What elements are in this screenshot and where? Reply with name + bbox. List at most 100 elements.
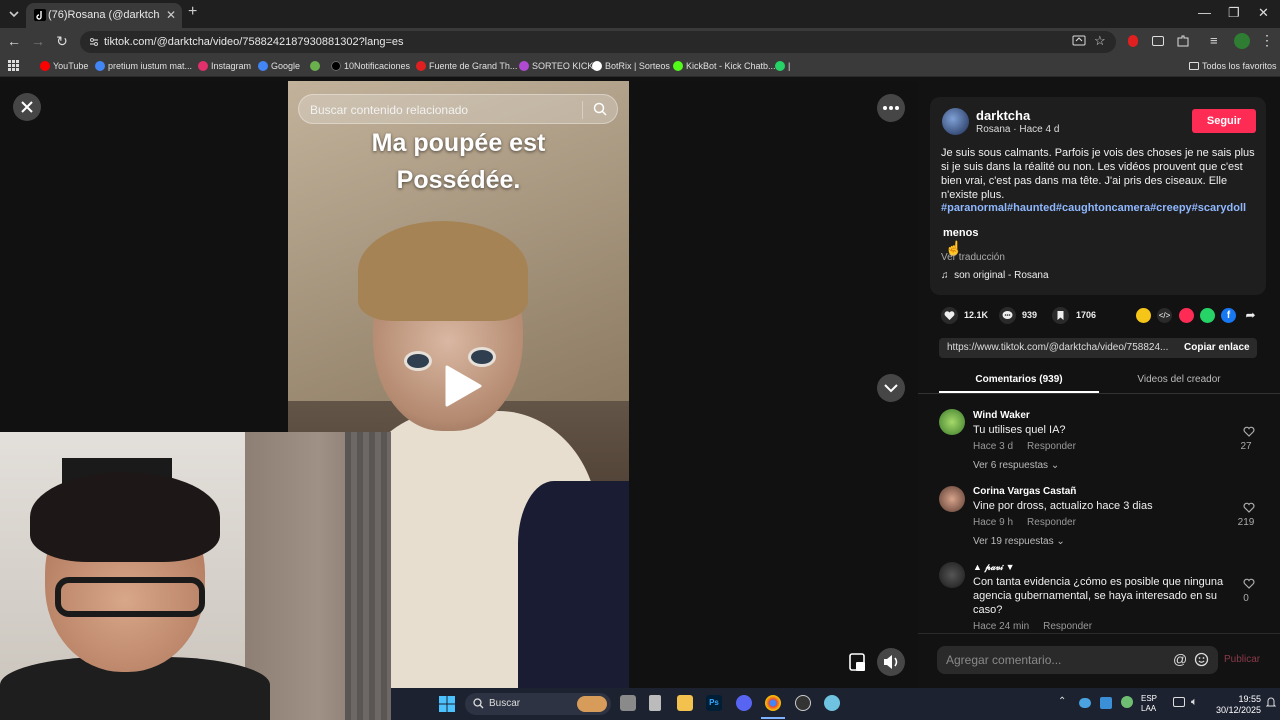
comment-avatar[interactable] <box>939 486 965 512</box>
tray-app-icon[interactable] <box>1100 697 1112 709</box>
all-favorites-folder[interactable]: Todos los favoritos <box>1189 61 1277 71</box>
reply-button[interactable]: Responder <box>1043 621 1092 632</box>
post-hashtags[interactable]: #paranormal#haunted#caughtoncamera#creep… <box>941 202 1246 214</box>
bookmark-pretium[interactable]: pretium iustum mat... <box>95 61 192 71</box>
taskbar-search[interactable]: Buscar <box>465 693 611 715</box>
comment-like-icon[interactable] <box>1242 500 1256 514</box>
author-name[interactable]: darktcha <box>976 108 1030 123</box>
photoshop-icon[interactable]: Ps <box>706 695 722 711</box>
comment-author[interactable]: Wind Waker <box>973 410 1030 421</box>
comment-avatar[interactable] <box>939 409 965 435</box>
media-control-icon[interactable]: ≡ <box>1210 33 1218 48</box>
font-icon <box>416 61 426 71</box>
view-replies-link[interactable]: Ver 6 respuestas ⌄ <box>973 460 1059 471</box>
bookmark-kickbot[interactable]: KickBot - Kick Chatb... <box>673 61 776 71</box>
bookmark-grand-theft[interactable]: Fuente de Grand Th... <box>416 61 517 71</box>
bookmark-10notificaciones[interactable]: 10Notificaciones <box>331 61 410 71</box>
search-icon[interactable] <box>593 102 607 116</box>
bookmark-google[interactable]: Google <box>258 61 300 71</box>
browser-tab[interactable]: (76)Rosana (@darktcha) | TikTok ✕ <box>26 3 182 28</box>
cast-icon[interactable] <box>1072 34 1086 48</box>
apps-grid-icon[interactable] <box>8 60 19 71</box>
browser-menu-icon[interactable]: ⋮ <box>1260 32 1274 49</box>
chrome-icon[interactable] <box>765 695 781 711</box>
bookmark-pinwheel[interactable] <box>310 61 323 71</box>
tray-chevron-up-icon[interactable]: ⌃ <box>1058 696 1066 707</box>
minimize-icon[interactable]: — <box>1198 5 1211 20</box>
app-globe-icon[interactable] <box>824 695 840 711</box>
address-bar[interactable]: tiktok.com/@darktcha/video/7588242187930… <box>80 31 1116 53</box>
task-view-icon[interactable] <box>620 695 636 711</box>
embed-code-icon[interactable]: </> <box>1157 308 1172 323</box>
save-button[interactable] <box>1052 307 1069 324</box>
bookmark-youtube[interactable]: YouTube <box>40 61 88 71</box>
send-to-friends-icon[interactable] <box>1179 308 1194 323</box>
bookmark-instagram[interactable]: Instagram <box>198 61 251 71</box>
sound-link[interactable]: ♫ son original - Rosana <box>941 270 1049 281</box>
reply-button[interactable]: Responder <box>1027 517 1076 528</box>
view-replies-link[interactable]: Ver 19 respuestas ⌄ <box>973 536 1065 547</box>
next-video-button[interactable] <box>877 374 905 402</box>
related-search-input[interactable]: Buscar contenido relacionado <box>298 94 618 124</box>
mention-icon[interactable]: @ <box>1173 651 1187 667</box>
discord-icon[interactable] <box>736 695 752 711</box>
comment-author[interactable]: ▲ 𝓅𝒶𝓋𝒾 ▼ <box>973 562 1015 573</box>
tab-creator-videos[interactable]: Videos del creador <box>1099 374 1259 385</box>
facebook-icon[interactable]: f <box>1221 308 1236 323</box>
window-close-icon[interactable]: ✕ <box>1258 5 1269 21</box>
bookmark-botrix[interactable]: BotRix | Sorteos <box>592 61 670 71</box>
more-options-button[interactable] <box>877 94 905 122</box>
picture-in-picture-button[interactable] <box>847 650 869 674</box>
bookmark-label: Todos los favoritos <box>1202 61 1277 71</box>
tab-comments[interactable]: Comentarios (939) <box>939 374 1099 385</box>
windows-start-icon[interactable] <box>439 696 455 712</box>
app-icon[interactable] <box>649 695 661 711</box>
copy-link-button[interactable]: Copiar enlace <box>1184 342 1250 353</box>
obs-icon[interactable] <box>795 695 811 711</box>
bookmark-star-icon[interactable]: ☆ <box>1094 33 1106 49</box>
comment-input[interactable]: Agregar comentario... @ <box>937 646 1218 674</box>
tab-close-icon[interactable]: ✕ <box>166 8 176 22</box>
extensions-puzzle-icon[interactable] <box>1176 34 1190 48</box>
show-less-link[interactable]: menos <box>943 227 978 239</box>
input-language[interactable]: ESP LAA <box>1141 694 1157 714</box>
site-info-icon[interactable] <box>88 36 100 48</box>
reload-icon[interactable]: ↻ <box>54 33 70 50</box>
volume-button[interactable] <box>877 648 905 676</box>
bookmark-whatsapp[interactable]: | <box>775 61 790 71</box>
extension-icon[interactable] <box>1152 36 1164 46</box>
comment-avatar[interactable] <box>939 562 965 588</box>
share-arrow-icon[interactable]: ➦ <box>1243 308 1258 323</box>
translate-link[interactable]: Ver traducción <box>941 252 1005 263</box>
forward-icon[interactable]: → <box>30 33 46 49</box>
bookmark-sorteo-kick[interactable]: SORTEO KICK <box>519 61 593 71</box>
extension-record-icon[interactable] <box>1128 35 1138 47</box>
taskbar-clock[interactable]: 19:55 30/12/2025 <box>1211 694 1261 716</box>
network-icon[interactable] <box>1173 697 1185 707</box>
comment-like-icon[interactable] <box>1242 424 1256 438</box>
file-explorer-icon[interactable] <box>677 695 693 711</box>
notifications-icon[interactable] <box>1266 696 1276 710</box>
post-comment-button[interactable]: Publicar <box>1224 654 1260 665</box>
back-icon[interactable]: ← <box>6 33 22 49</box>
tab-search-icon[interactable] <box>6 7 22 21</box>
like-button[interactable] <box>941 307 958 324</box>
volume-icon[interactable]: 🔈︎ <box>1191 696 1198 709</box>
comment-like-icon[interactable] <box>1242 576 1256 590</box>
comment-author[interactable]: Corina Vargas Castañ <box>973 486 1076 497</box>
emoji-icon[interactable] <box>1194 652 1209 667</box>
close-video-button[interactable] <box>13 93 41 121</box>
reply-button[interactable]: Responder <box>1027 441 1076 452</box>
onedrive-icon[interactable] <box>1079 698 1091 708</box>
video-link[interactable]: https://www.tiktok.com/@darktcha/video/7… <box>947 342 1172 353</box>
play-icon[interactable] <box>443 364 483 408</box>
comment-button[interactable] <box>999 307 1016 324</box>
whatsapp-icon[interactable] <box>1200 308 1215 323</box>
follow-button[interactable]: Seguir <box>1192 109 1256 133</box>
tray-app-icon-2[interactable] <box>1121 696 1133 708</box>
profile-avatar[interactable] <box>1234 33 1250 49</box>
share-emoji-icon[interactable] <box>1136 308 1151 323</box>
restore-icon[interactable]: ❐ <box>1228 5 1240 21</box>
new-tab-icon[interactable]: + <box>188 3 197 21</box>
author-avatar[interactable] <box>942 108 969 135</box>
